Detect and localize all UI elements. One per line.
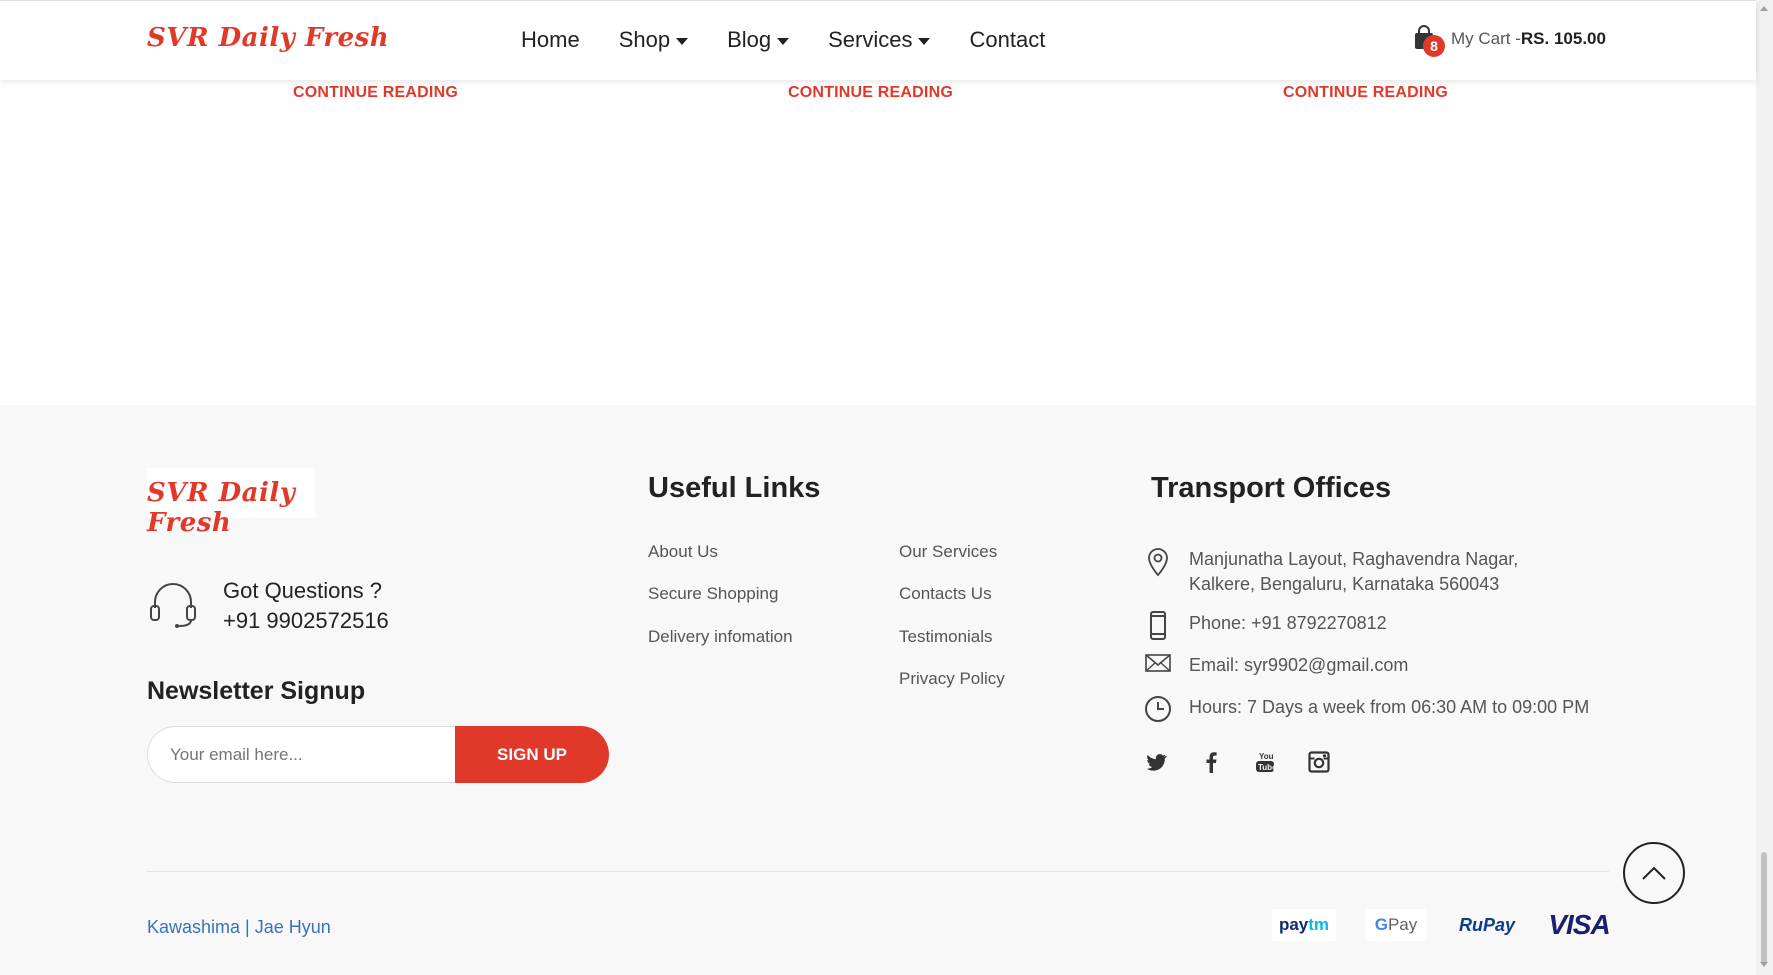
paytm-logo: pay tm (1272, 909, 1336, 941)
footer-link[interactable]: About Us (648, 542, 718, 562)
phone-row: Phone: +91 8792270812 (1144, 611, 1589, 641)
transport-title: Transport Offices (1151, 472, 1392, 504)
clock-icon (1144, 695, 1172, 725)
footer-link[interactable]: Privacy Policy (899, 669, 1005, 689)
newsletter-title: Newsletter Signup (147, 677, 366, 705)
nav-blog-label: Blog (727, 27, 772, 52)
gpay-logo: G Pay (1365, 909, 1427, 941)
paytm-tm-text: tm (1308, 915, 1330, 934)
caret-down-icon (918, 38, 931, 45)
cart-widget[interactable]: 8 My Cart - RS. 105.00 (1413, 25, 1606, 57)
help-title: Got Questions ? (223, 578, 382, 603)
footer-link[interactable]: Delivery infomation (648, 627, 793, 647)
social-links: You Tube (1145, 750, 1361, 774)
shopping-bag-icon: 8 (1413, 25, 1445, 57)
cart-total: RS. 105.00 (1520, 29, 1606, 48)
help-contact: Got Questions ? +91 9902572516 (147, 576, 389, 636)
address-text: Manjunatha Layout, Raghavendra Nagar, Ka… (1189, 549, 1519, 594)
email-text: Email: syr9902@gmail.com (1189, 655, 1409, 675)
map-pin-icon (1144, 547, 1172, 577)
envelope-icon (1144, 653, 1172, 683)
site-logo[interactable]: SVR Daily Fresh (147, 23, 389, 53)
instagram-icon[interactable] (1307, 750, 1331, 774)
newsletter-email-input[interactable] (147, 726, 477, 783)
site-footer: SVR Daily Fresh Got Questions ? +91 9902… (0, 405, 1756, 975)
site-header: SVR Daily Fresh Home Shop Blog Services … (0, 0, 1756, 80)
copyright-credit[interactable]: Kawashima | Jae Hyun (147, 917, 331, 938)
nav-shop[interactable]: Shop (618, 27, 689, 53)
nav-contact-label: Contact (969, 27, 1046, 52)
footer-link[interactable]: Our Services (899, 542, 997, 562)
newsletter-form: SIGN UP (147, 726, 609, 783)
nav-home-label: Home (521, 27, 580, 52)
scroll-down-arrow-icon[interactable] (1760, 962, 1768, 967)
caret-down-icon (676, 38, 689, 45)
scrollbar-thumb[interactable] (1761, 852, 1767, 964)
phone-text: Phone: +91 8792270812 (1189, 613, 1387, 633)
facebook-icon[interactable] (1199, 750, 1223, 774)
address-row: Manjunatha Layout, Raghavendra Nagar, Ka… (1144, 547, 1589, 597)
footer-divider (147, 871, 1609, 872)
twitter-icon[interactable] (1145, 750, 1169, 774)
youtube-icon[interactable]: You Tube (1253, 750, 1277, 774)
paytm-pay-text: pay (1278, 915, 1309, 934)
email-row: Email: syr9902@gmail.com (1144, 653, 1589, 683)
cart-count-badge: 8 (1423, 35, 1445, 57)
nav-shop-label: Shop (618, 27, 671, 52)
page-scrollbar[interactable] (1756, 0, 1773, 975)
gpay-pay-text: Pay (1387, 915, 1418, 934)
scroll-to-top-button[interactable] (1623, 842, 1685, 904)
svg-text:Tube: Tube (1258, 763, 1276, 772)
chevron-up-icon (1642, 866, 1666, 880)
nav-contact[interactable]: Contact (969, 27, 1045, 53)
continue-reading-link[interactable]: CONTINUE READING (788, 84, 953, 102)
footer-logo[interactable]: SVR Daily Fresh (147, 468, 315, 538)
signup-button[interactable]: SIGN UP (455, 726, 609, 783)
headset-icon (147, 578, 199, 635)
hours-row: Hours: 7 Days a week from 06:30 AM to 09… (1144, 695, 1629, 725)
nav-services-label: Services (828, 27, 913, 52)
nav-blog[interactable]: Blog (727, 27, 790, 53)
useful-links-title: Useful Links (648, 472, 821, 504)
mobile-phone-icon (1144, 611, 1172, 641)
help-text: Got Questions ? +91 9902572516 (223, 576, 389, 636)
cart-label: My Cart - (1451, 29, 1521, 48)
svg-text:You: You (1259, 752, 1274, 761)
nav-services[interactable]: Services (828, 27, 931, 53)
nav-home[interactable]: Home (521, 27, 580, 53)
caret-down-icon (777, 38, 790, 45)
footer-logo-text: SVR Daily Fresh (147, 478, 296, 538)
footer-link[interactable]: Contacts Us (899, 584, 992, 604)
continue-reading-link[interactable]: CONTINUE READING (293, 84, 458, 102)
footer-link[interactable]: Secure Shopping (648, 584, 778, 604)
main-nav: Home Shop Blog Services Contact (521, 27, 1084, 53)
scroll-up-arrow-icon[interactable] (1760, 6, 1768, 11)
continue-reading-link[interactable]: CONTINUE READING (1283, 84, 1448, 102)
footer-link[interactable]: Testimonials (899, 627, 993, 647)
gpay-g-text: G (1374, 915, 1388, 934)
hours-text: Hours: 7 Days a week from 06:30 AM to 09… (1189, 697, 1590, 717)
visa-logo: VISA (1548, 909, 1610, 940)
rupay-logo: RuPay (1458, 914, 1516, 935)
help-phone[interactable]: +91 9902572516 (223, 606, 389, 636)
